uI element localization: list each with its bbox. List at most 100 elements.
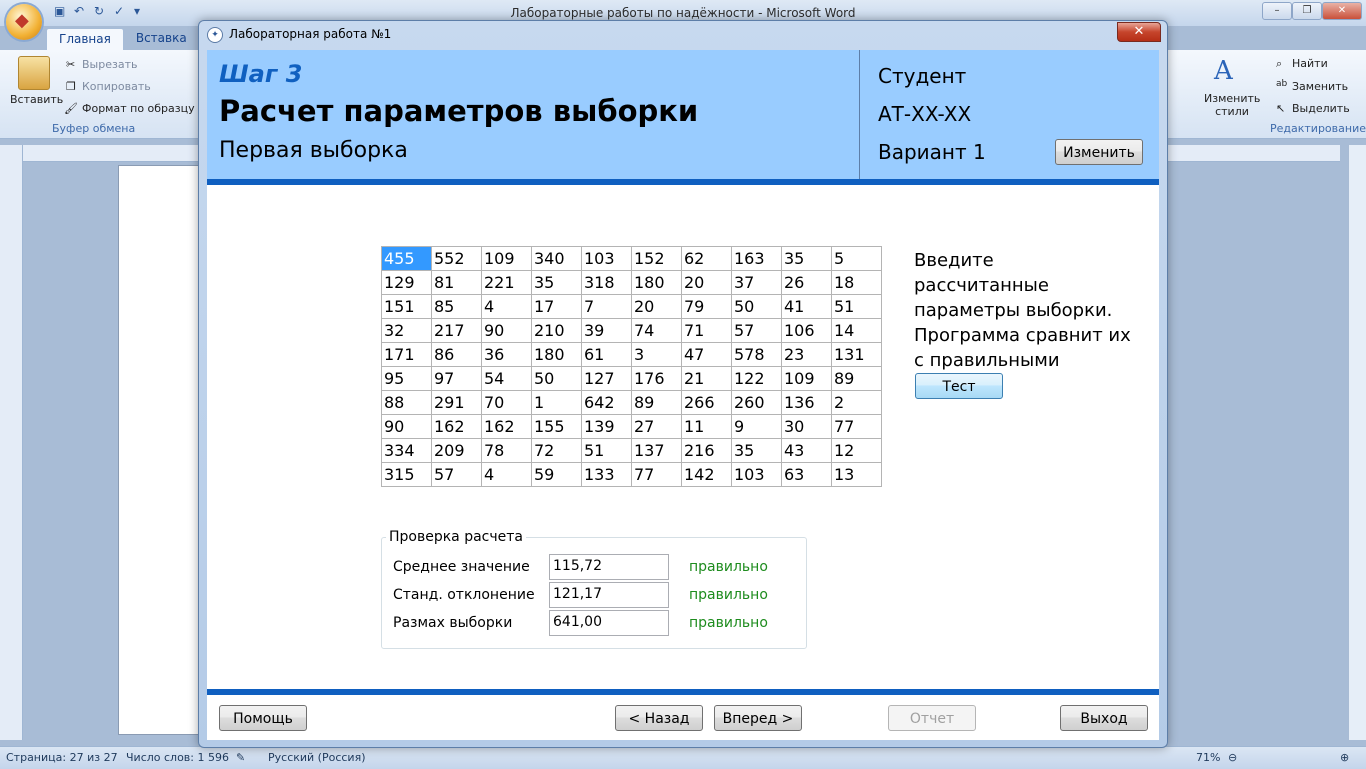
table-cell[interactable]: 20 — [631, 294, 682, 319]
table-cell[interactable]: 9 — [731, 414, 782, 439]
table-cell[interactable]: 2 — [831, 390, 882, 415]
table-cell[interactable]: 90 — [381, 414, 432, 439]
test-button[interactable]: Тест — [915, 373, 1003, 399]
table-cell[interactable]: 5 — [831, 246, 882, 271]
table-cell[interactable]: 59 — [531, 462, 582, 487]
table-cell[interactable]: 20 — [681, 270, 732, 295]
table-cell[interactable]: 63 — [781, 462, 832, 487]
table-cell[interactable]: 43 — [781, 438, 832, 463]
zoom-in-icon[interactable]: ⊕ — [1340, 751, 1349, 764]
table-cell[interactable]: 14 — [831, 318, 882, 343]
table-cell[interactable]: 54 — [481, 366, 532, 391]
cut-button[interactable]: Вырезать — [82, 58, 137, 71]
table-cell[interactable]: 95 — [381, 366, 432, 391]
customize-qat-icon[interactable]: ▾ — [134, 4, 148, 18]
table-cell[interactable]: 74 — [631, 318, 682, 343]
table-cell[interactable]: 17 — [531, 294, 582, 319]
table-cell[interactable]: 210 — [531, 318, 582, 343]
table-cell[interactable]: 136 — [781, 390, 832, 415]
table-cell[interactable]: 266 — [681, 390, 732, 415]
zoom-out-icon[interactable]: ⊖ — [1228, 751, 1237, 764]
table-cell[interactable]: 77 — [631, 462, 682, 487]
table-cell[interactable]: 39 — [581, 318, 632, 343]
table-cell[interactable]: 71 — [681, 318, 732, 343]
table-cell[interactable]: 88 — [381, 390, 432, 415]
redo-icon[interactable]: ↻ — [94, 4, 108, 18]
table-cell[interactable]: 90 — [481, 318, 532, 343]
dialog-close-button[interactable]: ✕ — [1117, 22, 1161, 42]
table-cell[interactable]: 13 — [831, 462, 882, 487]
table-cell[interactable]: 41 — [781, 294, 832, 319]
page-count[interactable]: Страница: 27 из 27 — [6, 751, 118, 764]
table-cell[interactable]: 109 — [781, 366, 832, 391]
copy-button[interactable]: Копировать — [82, 80, 151, 93]
table-cell[interactable]: 106 — [781, 318, 832, 343]
table-cell[interactable]: 122 — [731, 366, 782, 391]
table-cell[interactable]: 162 — [481, 414, 532, 439]
table-cell[interactable]: 27 — [631, 414, 682, 439]
table-cell[interactable]: 334 — [381, 438, 432, 463]
table-cell[interactable]: 97 — [431, 366, 482, 391]
table-cell[interactable]: 109 — [481, 246, 532, 271]
table-cell[interactable]: 455 — [381, 246, 432, 271]
spelling-icon[interactable]: ✓ — [114, 4, 128, 18]
table-cell[interactable]: 260 — [731, 390, 782, 415]
exit-button[interactable]: Выход — [1060, 705, 1148, 731]
table-cell[interactable]: 50 — [731, 294, 782, 319]
table-cell[interactable]: 318 — [581, 270, 632, 295]
table-cell[interactable]: 133 — [581, 462, 632, 487]
table-cell[interactable]: 86 — [431, 342, 482, 367]
maximize-button[interactable]: ❐ — [1292, 2, 1322, 20]
find-button[interactable]: Найти — [1292, 57, 1328, 70]
table-cell[interactable]: 151 — [381, 294, 432, 319]
table-cell[interactable]: 139 — [581, 414, 632, 439]
report-button[interactable]: Отчет — [888, 705, 976, 731]
table-cell[interactable]: 51 — [831, 294, 882, 319]
table-cell[interactable]: 26 — [781, 270, 832, 295]
table-cell[interactable]: 3 — [631, 342, 682, 367]
table-cell[interactable]: 103 — [731, 462, 782, 487]
table-cell[interactable]: 209 — [431, 438, 482, 463]
format-painter-button[interactable]: Формат по образцу — [82, 102, 195, 115]
next-button[interactable]: Вперед > — [714, 705, 802, 731]
table-cell[interactable]: 162 — [431, 414, 482, 439]
table-cell[interactable]: 18 — [831, 270, 882, 295]
select-button[interactable]: Выделить — [1292, 102, 1350, 115]
table-cell[interactable]: 642 — [581, 390, 632, 415]
table-cell[interactable]: 4 — [481, 462, 532, 487]
table-cell[interactable]: 36 — [481, 342, 532, 367]
table-cell[interactable]: 72 — [531, 438, 582, 463]
zoom-level[interactable]: 71% — [1196, 751, 1220, 764]
document-page[interactable] — [118, 165, 202, 735]
table-cell[interactable]: 70 — [481, 390, 532, 415]
minimize-button[interactable]: – — [1262, 2, 1292, 20]
table-cell[interactable]: 127 — [581, 366, 632, 391]
table-cell[interactable]: 103 — [581, 246, 632, 271]
table-cell[interactable]: 62 — [681, 246, 732, 271]
table-cell[interactable]: 35 — [731, 438, 782, 463]
table-cell[interactable]: 51 — [581, 438, 632, 463]
table-cell[interactable]: 57 — [431, 462, 482, 487]
table-cell[interactable]: 340 — [531, 246, 582, 271]
table-cell[interactable]: 129 — [381, 270, 432, 295]
table-cell[interactable]: 7 — [581, 294, 632, 319]
table-cell[interactable]: 176 — [631, 366, 682, 391]
table-cell[interactable]: 152 — [631, 246, 682, 271]
table-cell[interactable]: 216 — [681, 438, 732, 463]
table-cell[interactable]: 50 — [531, 366, 582, 391]
save-icon[interactable]: ▣ — [54, 4, 68, 18]
table-cell[interactable]: 61 — [581, 342, 632, 367]
back-button[interactable]: < Назад — [615, 705, 703, 731]
table-cell[interactable]: 578 — [731, 342, 782, 367]
table-cell[interactable]: 89 — [631, 390, 682, 415]
table-cell[interactable]: 21 — [681, 366, 732, 391]
table-cell[interactable]: 4 — [481, 294, 532, 319]
word-count[interactable]: Число слов: 1 596 — [126, 751, 229, 764]
vertical-scrollbar[interactable] — [1348, 145, 1366, 740]
table-cell[interactable]: 23 — [781, 342, 832, 367]
table-cell[interactable]: 47 — [681, 342, 732, 367]
table-cell[interactable]: 155 — [531, 414, 582, 439]
range-input[interactable]: 641,00 — [549, 610, 669, 636]
table-cell[interactable]: 89 — [831, 366, 882, 391]
paste-button[interactable]: Вставить — [10, 93, 63, 106]
